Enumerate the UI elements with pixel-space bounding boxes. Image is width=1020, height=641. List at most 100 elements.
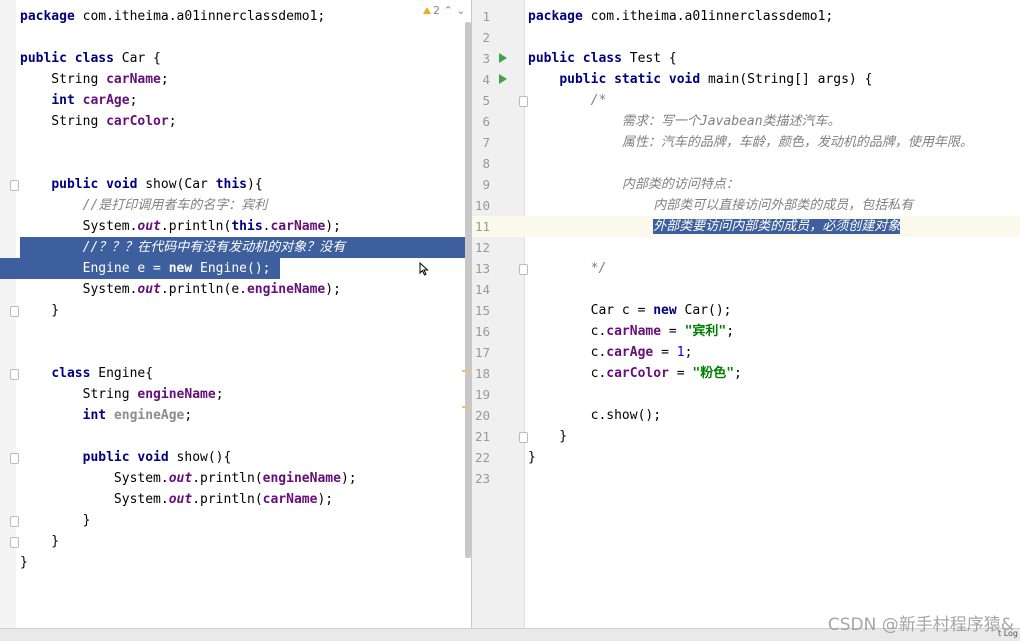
code-line[interactable]: 15 Car c = new Car(); — [472, 300, 1020, 321]
fold-marker-icon[interactable] — [10, 180, 19, 191]
code-line[interactable]: 4 public static void main(String[] args)… — [472, 69, 1020, 90]
code-text: String carName; — [20, 69, 168, 90]
code-line[interactable] — [0, 153, 472, 174]
code-line[interactable]: public class Car { — [0, 48, 472, 69]
code-line[interactable]: package com.itheima.a01innerclassdemo1; — [0, 6, 472, 27]
code-line[interactable]: } — [0, 510, 472, 531]
code-line[interactable]: 1 package com.itheima.a01innerclassdemo1; — [472, 6, 1020, 27]
code-token: new — [168, 261, 193, 276]
code-line[interactable]: 5 /* — [472, 90, 1020, 111]
code-line[interactable]: 7 属性：汽车的品牌，车龄，颜色，发动机的品牌，使用年限。 — [472, 132, 1020, 153]
fold-marker-icon[interactable] — [10, 537, 19, 548]
code-line[interactable]: 17 c.carAge = 1; — [472, 342, 1020, 363]
line-number: 6 — [482, 114, 490, 129]
code-line[interactable]: String engineName; — [0, 384, 472, 405]
code-line[interactable]: } — [0, 552, 472, 573]
code-line[interactable]: public void show(Car this){ — [0, 174, 472, 195]
code-token: carAge — [82, 93, 130, 108]
editor-pane-test[interactable]: 1 package com.itheima.a01innerclassdemo1;… — [472, 0, 1020, 628]
fold-marker-icon[interactable] — [10, 516, 19, 527]
code-token: Test { — [621, 51, 677, 66]
code-line[interactable]: 13 */ — [472, 258, 1020, 279]
fold-marker-icon[interactable] — [10, 369, 19, 380]
code-line[interactable] — [0, 321, 472, 342]
code-token: engineName — [246, 282, 326, 297]
code-token: ){ — [247, 177, 263, 192]
code-line[interactable]: 19 — [472, 384, 1020, 405]
code-token: c. — [528, 345, 607, 360]
code-line[interactable]: System.out.println(engineName); — [0, 468, 472, 489]
code-token: Engine e = — [20, 261, 169, 276]
code-line[interactable]: 18 c.carColor = "粉色"; — [472, 363, 1020, 384]
code-line[interactable]: } — [0, 531, 472, 552]
code-text: Car c = new Car(); — [528, 300, 732, 321]
code-token: com.itheima.a01innerclassdemo1; — [74, 9, 326, 24]
code-text: package com.itheima.a01innerclassdemo1; — [528, 6, 833, 27]
code-line[interactable]: String carColor; — [0, 111, 472, 132]
code-text: System.out.println(carName); — [20, 489, 333, 510]
code-line[interactable]: 12 — [472, 237, 1020, 258]
code-text: public void show(Car this){ — [20, 174, 263, 195]
line-number: 22 — [474, 450, 490, 465]
code-token: Car { — [113, 51, 161, 66]
code-line[interactable]: 6 需求：写一个Javabean类描述汽车。 — [472, 111, 1020, 132]
code-token: } — [20, 513, 91, 528]
code-line[interactable]: class Engine{ — [0, 363, 472, 384]
code-line[interactable] — [0, 426, 472, 447]
code-line[interactable]: 9 内部类的访问特点： — [472, 174, 1020, 195]
code-line[interactable]: 16 c.carName = "宾利"; — [472, 321, 1020, 342]
code-line[interactable]: 22} — [472, 447, 1020, 468]
code-line[interactable]: Engine e = new Engine(); — [0, 258, 472, 279]
code-line[interactable]: System.out.println(this.carName); — [0, 216, 472, 237]
fold-marker-icon[interactable] — [519, 96, 528, 107]
code-text: c.carName = "宾利"; — [528, 321, 734, 342]
code-line[interactable] — [0, 132, 472, 153]
run-icon[interactable] — [499, 53, 507, 63]
line-number: 5 — [482, 93, 490, 108]
fold-marker-icon[interactable] — [10, 306, 19, 317]
fold-marker-icon[interactable] — [519, 432, 528, 443]
line-number: 16 — [474, 324, 490, 339]
fold-marker-icon[interactable] — [10, 453, 19, 464]
code-line[interactable]: 20 c.show(); — [472, 405, 1020, 426]
code-line[interactable]: 11 外部类要访问内部类的成员，必须创建对象 — [472, 216, 1020, 237]
code-line[interactable]: 10 内部类可以直接访问外部类的成员，包括私有 — [472, 195, 1020, 216]
code-token: this — [231, 219, 263, 234]
editor-pane-car[interactable]: 2 ⌃ ⌄ package com.itheima.a01innerclassd… — [0, 0, 472, 628]
code-token: carName — [106, 72, 161, 87]
code-token: } — [528, 429, 568, 444]
code-line[interactable]: //？？？在代码中有没有发动机的对象？没有 — [0, 237, 472, 258]
code-line[interactable]: } — [0, 300, 472, 321]
code-line[interactable]: System.out.println(e.engineName); — [0, 279, 472, 300]
code-line[interactable]: System.out.println(carName); — [0, 489, 472, 510]
code-line[interactable]: int engineAge; — [0, 405, 472, 426]
code-text: //是打印调用者车的名字：宾利 — [20, 195, 268, 216]
code-line[interactable]: public void show(){ — [0, 447, 472, 468]
code-text: c.carColor = "粉色"; — [528, 363, 742, 384]
code-token: public class — [20, 51, 114, 66]
code-text: 内部类可以直接访问外部类的成员，包括私有 — [528, 195, 913, 216]
code-line[interactable]: int carAge; — [0, 90, 472, 111]
code-line[interactable]: String carName; — [0, 69, 472, 90]
code-line[interactable] — [0, 342, 472, 363]
code-token: */ — [590, 261, 607, 276]
code-token: com.itheima.a01innerclassdemo1; — [582, 9, 834, 24]
code-line[interactable]: 23 — [472, 468, 1020, 489]
code-line[interactable] — [0, 27, 472, 48]
code-token: out — [168, 471, 193, 486]
code-line[interactable]: 3 public class Test { — [472, 48, 1020, 69]
fold-marker-icon[interactable] — [519, 264, 528, 275]
code-line[interactable]: 8 — [472, 153, 1020, 174]
run-icon[interactable] — [499, 74, 507, 84]
line-number: 8 — [482, 156, 490, 171]
code-line[interactable]: //是打印调用者车的名字：宾利 — [0, 195, 472, 216]
code-text: } — [20, 552, 28, 573]
code-text: String carColor; — [20, 111, 176, 132]
code-line[interactable]: 21 } — [472, 426, 1020, 447]
code-token: ; — [184, 408, 193, 423]
code-line[interactable]: 14 — [472, 279, 1020, 300]
code-line[interactable]: 2 — [472, 27, 1020, 48]
